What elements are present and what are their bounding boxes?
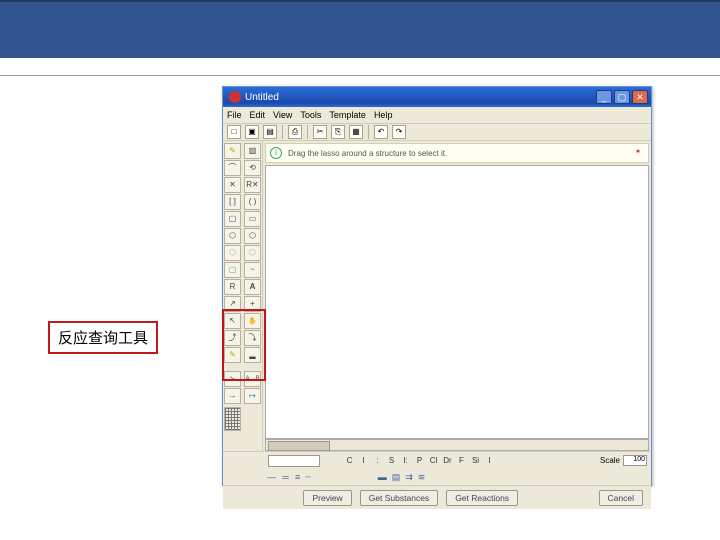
hint-text: Drag the lasso around a structure to sel… bbox=[288, 149, 447, 158]
atom-map-tool-icon[interactable]: A→B bbox=[244, 371, 261, 387]
periodic-table-icon[interactable] bbox=[224, 407, 241, 431]
elem-s[interactable]: S bbox=[386, 456, 397, 465]
rxn-map-tool-icon[interactable] bbox=[244, 388, 261, 404]
rgroup-tool-icon[interactable]: R bbox=[224, 279, 241, 295]
lasso-tool-icon[interactable] bbox=[224, 160, 241, 176]
menu-template[interactable]: Template bbox=[329, 110, 366, 120]
ring6c-tool-icon[interactable] bbox=[244, 245, 261, 261]
cancel-button[interactable]: Cancel bbox=[599, 490, 643, 506]
rotate-tool-icon[interactable]: ⟲ bbox=[244, 160, 261, 176]
titlebar: Untitled _ ▢ ✕ bbox=[223, 87, 651, 107]
print-icon[interactable]: ⎙ bbox=[288, 125, 302, 139]
bond-single-icon[interactable]: — bbox=[267, 472, 275, 482]
element-bar: C I : S I: P Cl Dr F Si I Scale 100 bbox=[223, 451, 651, 469]
template-tool-icon[interactable] bbox=[224, 262, 241, 278]
window-title: Untitled bbox=[245, 92, 279, 103]
tool-a-icon[interactable]: ⤴ bbox=[224, 330, 241, 346]
elem-f[interactable]: F bbox=[456, 456, 467, 465]
drawing-canvas[interactable] bbox=[265, 165, 649, 439]
x-tool-icon[interactable]: ✕ bbox=[224, 177, 241, 193]
callout-reaction-query-tools: 反应查询工具 bbox=[48, 321, 158, 354]
pencil-tool-icon[interactable] bbox=[224, 143, 241, 159]
hint-close-icon[interactable]: ✶ bbox=[632, 147, 644, 159]
preview-button[interactable]: Preview bbox=[303, 490, 351, 506]
elem-i[interactable]: I bbox=[358, 456, 369, 465]
presentation-subheader bbox=[0, 60, 720, 76]
elem-dr[interactable]: Dr bbox=[442, 456, 453, 465]
menu-edit[interactable]: Edit bbox=[250, 110, 266, 120]
hint-icon: i bbox=[270, 147, 282, 159]
bracket2-tool-icon[interactable]: ( ) bbox=[244, 194, 261, 210]
pointer-tool-icon[interactable] bbox=[224, 313, 241, 329]
ring6b-tool-icon[interactable] bbox=[244, 228, 261, 244]
cyclohexane-tool-icon[interactable] bbox=[224, 245, 241, 261]
bond-arom-icon[interactable]: ≋ bbox=[418, 472, 425, 483]
elem-c[interactable]: C bbox=[344, 456, 355, 465]
hint-bar: i Drag the lasso around a structure to s… bbox=[265, 143, 649, 163]
new-icon[interactable]: □ bbox=[227, 125, 241, 139]
chain-tool-icon[interactable]: ~ bbox=[244, 262, 261, 278]
box2-tool-icon[interactable]: ▭ bbox=[244, 211, 261, 227]
open-icon[interactable]: ▣ bbox=[245, 125, 259, 139]
copy-icon[interactable]: ⎘ bbox=[331, 125, 345, 139]
redo-icon[interactable]: ↷ bbox=[392, 125, 406, 139]
bracket-tool-icon[interactable]: [ ] bbox=[224, 194, 241, 210]
horizontal-scrollbar[interactable] bbox=[265, 439, 649, 451]
rxn-plus-tool-icon[interactable]: → bbox=[224, 388, 241, 404]
menu-bar: File Edit View Tools Template Help bbox=[223, 107, 651, 123]
elem-i2[interactable]: I: bbox=[400, 456, 411, 465]
presentation-header bbox=[0, 0, 720, 60]
cut-icon[interactable]: ✂ bbox=[313, 125, 327, 139]
bond-tri-icon[interactable]: ⇉ bbox=[405, 472, 412, 483]
rx-tool-icon[interactable]: R✕ bbox=[244, 177, 261, 193]
bond-double-icon[interactable]: ＝ bbox=[281, 471, 289, 484]
tool-b-icon[interactable]: ⤵ bbox=[244, 330, 261, 346]
bond-type-bar: — ＝ ≡ ┄ ▬ ▤ ⇉ ≋ bbox=[223, 469, 651, 485]
benzene-tool-icon[interactable] bbox=[224, 228, 241, 244]
app-icon bbox=[229, 91, 241, 103]
menu-tools[interactable]: Tools bbox=[300, 110, 321, 120]
eraser-tool-icon[interactable] bbox=[244, 143, 261, 159]
plus-tool-icon[interactable]: + bbox=[244, 296, 261, 312]
menu-view[interactable]: View bbox=[273, 110, 292, 120]
bond-triple-icon[interactable]: ≡ bbox=[295, 472, 299, 482]
minimize-button[interactable]: _ bbox=[596, 90, 612, 104]
bond-dash-icon[interactable]: ┄ bbox=[305, 472, 309, 483]
close-button[interactable]: ✕ bbox=[632, 90, 648, 104]
box-tool-icon[interactable]: ▢ bbox=[224, 211, 241, 227]
maximize-button[interactable]: ▢ bbox=[614, 90, 630, 104]
menu-help[interactable]: Help bbox=[374, 110, 393, 120]
elem-i3[interactable]: I bbox=[484, 456, 495, 465]
file-toolbar: □ ▣ ▤ ⎙ ✂ ⎘ ▦ ↶ ↷ bbox=[223, 123, 651, 141]
hand-tool-icon[interactable] bbox=[244, 313, 261, 329]
element-input[interactable] bbox=[268, 455, 320, 467]
paste-icon[interactable]: ▦ bbox=[349, 125, 363, 139]
elem-cl[interactable]: Cl bbox=[428, 456, 439, 465]
undo-icon[interactable]: ↶ bbox=[374, 125, 388, 139]
pencil2-tool-icon[interactable] bbox=[224, 347, 241, 363]
bond-wedge-icon[interactable]: ▬ bbox=[378, 472, 386, 482]
get-substances-button[interactable]: Get Substances bbox=[360, 490, 438, 506]
rxn-arrow-tool-icon[interactable]: ↘ bbox=[224, 371, 241, 387]
get-reactions-button[interactable]: Get Reactions bbox=[446, 490, 518, 506]
text-tool-icon[interactable] bbox=[244, 279, 261, 295]
bond-hash-icon[interactable]: ▤ bbox=[392, 472, 400, 483]
tool-palette-left: ✕ [ ] ▢ R ⤴ ↘ → bbox=[223, 141, 243, 451]
elem-si[interactable]: Si bbox=[470, 456, 481, 465]
highlight-tool-icon[interactable]: ▂ bbox=[244, 347, 261, 363]
arrow-tool-icon[interactable] bbox=[224, 296, 241, 312]
menu-file[interactable]: File bbox=[227, 110, 242, 120]
tool-palette-right: ⟲ R✕ ( ) ▭ ~ + ⤵ ▂ A→B bbox=[243, 141, 263, 451]
button-bar: Preview Get Substances Get Reactions Can… bbox=[223, 485, 651, 509]
save-icon[interactable]: ▤ bbox=[263, 125, 277, 139]
scale-label: Scale bbox=[600, 456, 620, 465]
elem-p[interactable]: P bbox=[414, 456, 425, 465]
scale-input[interactable]: 100 bbox=[623, 455, 647, 466]
structure-editor-window: Untitled _ ▢ ✕ File Edit View Tools Temp… bbox=[222, 86, 652, 486]
elem-colon[interactable]: : bbox=[372, 456, 383, 465]
